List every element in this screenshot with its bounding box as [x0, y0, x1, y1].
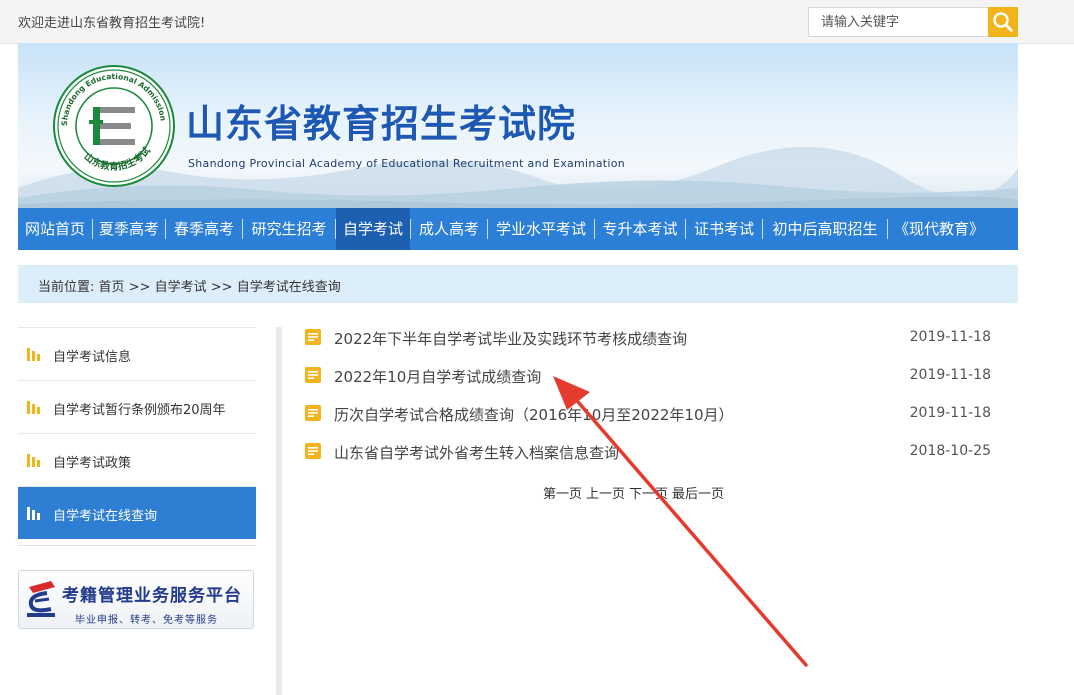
sidebar-item-regulation-anniversary[interactable]: 自学考试暂行条例颁布20周年	[18, 380, 256, 433]
sidebar-item-exam-info[interactable]: 自学考试信息	[18, 327, 256, 380]
site-banner: Shandong Educational Admission & Examina…	[18, 43, 1018, 208]
nav-item-modern-education[interactable]: 《现代教育》	[888, 208, 990, 250]
breadcrumb-separator: >>	[128, 280, 151, 295]
list-item-date: 2018-10-25	[909, 443, 991, 459]
pagination: 第一页 上一页 下一页 最后一页	[543, 483, 728, 502]
list-item-title[interactable]: 2022年下半年自学考试毕业及实践环节考核成绩查询	[334, 328, 687, 349]
platform-subtitle: 毕业申报、转考、免考等服务	[75, 615, 218, 626]
nav-item-adult-exam[interactable]: 成人高考	[411, 208, 487, 250]
document-icon	[305, 405, 321, 421]
nav-item-vocational-admission[interactable]: 初中后高职招生	[763, 208, 887, 250]
sidebar: 自学考试信息 自学考试暂行条例颁布20周年 自学考试政策 自学考试在线查询	[18, 327, 256, 539]
nav-item-spring-gaokao[interactable]: 春季高考	[166, 208, 242, 250]
nav-item-proficiency-test[interactable]: 学业水平考试	[488, 208, 594, 250]
list-item-title[interactable]: 2022年10月自学考试成绩查询	[334, 366, 541, 387]
nav-item-graduate-exam[interactable]: 研究生招考	[243, 208, 335, 250]
list-item[interactable]: 山东省自学考试外省考生转入档案信息查询 2018-10-25	[305, 432, 995, 470]
pager-first[interactable]: 第一页	[543, 487, 582, 502]
list-item-date: 2019-11-18	[909, 367, 991, 383]
search-input[interactable]	[808, 7, 990, 37]
sidebar-item-label: 自学考试暂行条例颁布20周年	[53, 403, 226, 418]
welcome-text: 欢迎走进山东省教育招生考试院!	[18, 16, 206, 31]
sidebar-item-online-query[interactable]: 自学考试在线查询	[18, 486, 256, 539]
sidebar-item-label: 自学考试信息	[53, 350, 132, 365]
nav-item-upgrade-exam[interactable]: 专升本考试	[595, 208, 685, 250]
search-box	[808, 7, 1018, 37]
breadcrumb-separator: >>	[210, 280, 233, 295]
sidebar-item-label: 自学考试政策	[53, 456, 132, 471]
sidebar-divider	[18, 545, 256, 546]
bar-chart-icon	[27, 507, 40, 520]
list-item[interactable]: 历次自学考试合格成绩查询（2016年10月至2022年10月） 2019-11-…	[305, 394, 995, 432]
registry-platform-banner[interactable]: 考籍管理业务服务平台 毕业申报、转考、免考等服务	[18, 570, 254, 629]
nav-item-home[interactable]: 网站首页	[18, 208, 92, 250]
platform-title: 考籍管理业务服务平台	[62, 586, 242, 606]
pager-next[interactable]: 下一页	[629, 487, 668, 502]
bar-chart-icon	[27, 401, 40, 414]
list-item-date: 2019-11-18	[909, 405, 991, 421]
nav-item-certificate-exam[interactable]: 证书考试	[686, 208, 762, 250]
list-item[interactable]: 2022年下半年自学考试毕业及实践环节考核成绩查询 2019-11-18	[305, 318, 995, 356]
pager-last[interactable]: 最后一页	[672, 487, 724, 502]
content-divider	[276, 327, 282, 695]
bar-chart-icon	[27, 348, 40, 361]
breadcrumb: 当前位置: 首页 >> 自学考试 >> 自学考试在线查询	[18, 265, 1018, 303]
site-subtitle: Shandong Provincial Academy of Education…	[188, 157, 626, 170]
document-icon	[305, 367, 321, 383]
breadcrumb-prefix: 当前位置:	[38, 280, 95, 295]
list-item-title[interactable]: 山东省自学考试外省考生转入档案信息查询	[334, 442, 619, 463]
academy-logo: Shandong Educational Admission & Examina…	[53, 65, 175, 187]
search-icon	[993, 12, 1013, 32]
list-item-date: 2019-11-18	[909, 329, 991, 345]
pager-prev[interactable]: 上一页	[586, 487, 625, 502]
search-button[interactable]	[988, 7, 1018, 37]
top-bar: 欢迎走进山东省教育招生考试院!	[0, 0, 1074, 44]
bar-chart-icon	[27, 454, 40, 467]
document-icon	[305, 329, 321, 345]
sidebar-item-label: 自学考试在线查询	[53, 509, 158, 524]
nav-item-self-study-exam[interactable]: 自学考试	[336, 208, 410, 250]
document-icon	[305, 443, 321, 459]
nav-item-summer-gaokao[interactable]: 夏季高考	[93, 208, 165, 250]
site-title: 山东省教育招生考试院	[186, 102, 577, 146]
platform-logo-icon	[27, 581, 55, 617]
breadcrumb-self-study[interactable]: 自学考试	[155, 280, 207, 295]
breadcrumb-current[interactable]: 自学考试在线查询	[237, 280, 341, 295]
breadcrumb-home[interactable]: 首页	[99, 280, 125, 295]
query-list: 2022年下半年自学考试毕业及实践环节考核成绩查询 2019-11-18 202…	[305, 318, 995, 470]
list-item-title[interactable]: 历次自学考试合格成绩查询（2016年10月至2022年10月）	[334, 404, 734, 425]
main-nav: 网站首页 夏季高考 春季高考 研究生招考 自学考试 成人高考 学业水平考试 专升…	[18, 208, 1018, 250]
list-item[interactable]: 2022年10月自学考试成绩查询 2019-11-18	[305, 356, 995, 394]
sidebar-item-exam-policy[interactable]: 自学考试政策	[18, 433, 256, 486]
